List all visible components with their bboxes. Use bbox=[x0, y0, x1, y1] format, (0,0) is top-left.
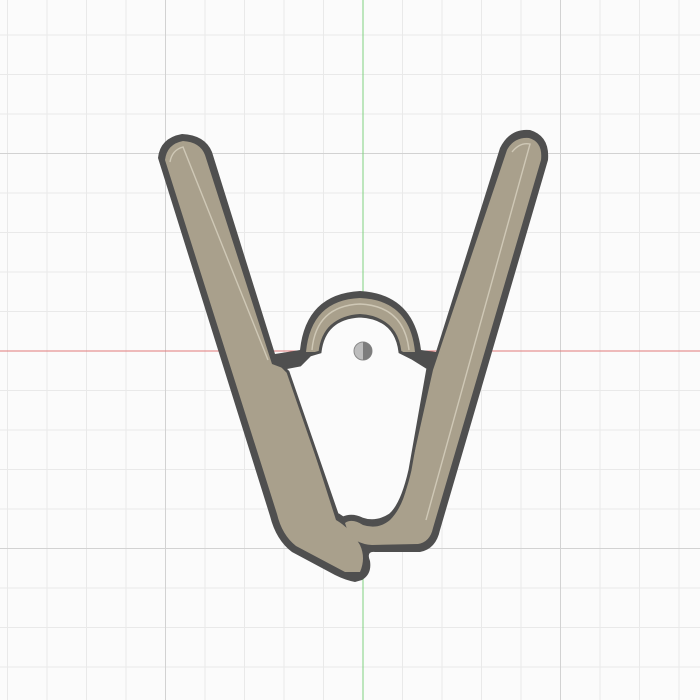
origin-point-icon[interactable] bbox=[353, 341, 373, 361]
viewport-canvas[interactable] bbox=[0, 0, 700, 700]
cad-viewport[interactable] bbox=[0, 0, 700, 700]
clip-model[interactable] bbox=[158, 129, 549, 582]
